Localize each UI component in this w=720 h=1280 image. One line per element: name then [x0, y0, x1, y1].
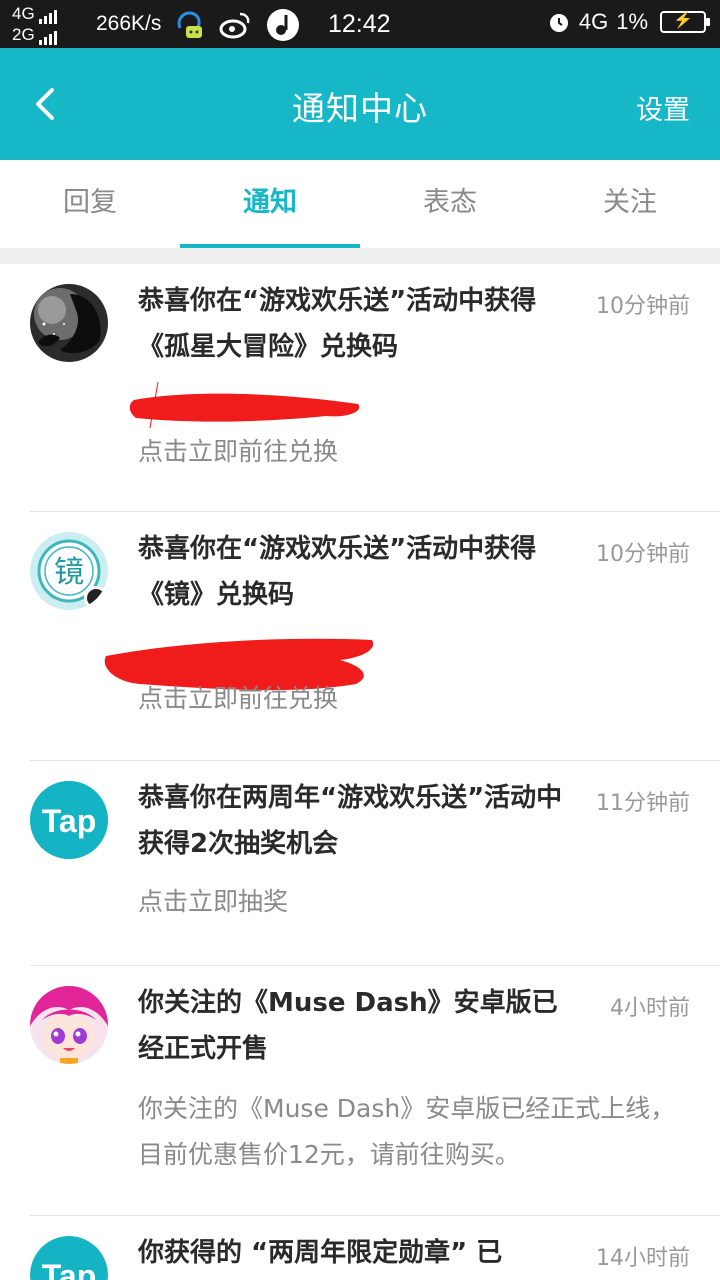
notification-body[interactable]: 你关注的《Muse Dash》安卓版已经正式上线，目前优惠售价12元，请前往购买…: [138, 1086, 678, 1178]
notification-time: 14小时前: [596, 1246, 690, 1271]
network-speed: 266K/s: [96, 12, 162, 35]
notification-item[interactable]: 恭喜你在“游戏欢乐送”活动中获得《孤星大冒险》兑换码 10分钟前 点击立即前往兑…: [0, 264, 720, 512]
weibo-icon: [219, 12, 250, 39]
tab-bar: 回复 通知 表态 关注: [0, 160, 720, 248]
notification-item[interactable]: 镜 恭喜你在“游戏欢乐送”活动中获得《镜》兑换码 10分钟前 点击立即前往兑换: [0, 512, 720, 761]
battery-icon: ⚡: [660, 11, 710, 33]
notification-item[interactable]: Tap 恭喜你在两周年“游戏欢乐送”活动中获得2次抽奖机会 11分钟前 点击立即…: [0, 761, 720, 966]
section-divider: [0, 248, 720, 264]
settings-button[interactable]: 设置: [636, 88, 690, 127]
battery-percent: 1%: [616, 9, 648, 34]
notification-title: 恭喜你在两周年“游戏欢乐送”活动中获得2次抽奖机会: [138, 783, 563, 859]
app-header: 通知中心 设置: [0, 48, 720, 160]
chat-robot-icon: [177, 11, 202, 38]
notification-title: 恭喜你在“游戏欢乐送”活动中获得《镜》兑换码: [138, 534, 537, 610]
avatar-text: Tap: [42, 1258, 97, 1280]
notification-title: 你获得的 “两周年限定勋章” 已: [138, 1238, 503, 1268]
notification-time: 4小时前: [610, 996, 690, 1021]
notification-subtitle[interactable]: 点击立即前往兑换: [138, 429, 338, 475]
muse-dash-avatar-icon: [30, 986, 108, 1064]
jing-game-avatar-icon: 镜: [30, 532, 108, 610]
signal-icon: [38, 10, 57, 24]
avatar-text: Tap: [42, 803, 97, 839]
tab-replies[interactable]: 回复: [0, 160, 180, 248]
network-indicator: 4G 2G: [12, 3, 57, 45]
notification-list: 恭喜你在“游戏欢乐送”活动中获得《孤星大冒险》兑换码 10分钟前 点击立即前往兑…: [0, 264, 720, 1280]
redaction-mark: [129, 382, 360, 429]
signal-icon: [38, 31, 57, 45]
notification-subtitle[interactable]: 点击立即前往兑换: [138, 676, 338, 722]
network-type-2: 2G: [12, 25, 35, 44]
dark-anime-avatar-icon: [30, 284, 108, 362]
network-type-1: 4G: [12, 4, 35, 23]
tab-follows[interactable]: 关注: [540, 160, 720, 248]
status-bar: 4G 2G 266K/s 12:42 4G 1% ⚡: [0, 0, 720, 48]
clock: 12:42: [328, 10, 391, 38]
notification-time: 10分钟前: [596, 542, 690, 567]
tab-notifications[interactable]: 通知: [180, 160, 360, 248]
notification-time: 11分钟前: [596, 791, 690, 816]
network-type-right: 4G: [578, 9, 609, 34]
notification-title: 你关注的《Muse Dash》安卓版已经正式开售: [138, 988, 558, 1064]
notification-title: 恭喜你在“游戏欢乐送”活动中获得《孤星大冒险》兑换码: [138, 286, 537, 362]
tab-reactions[interactable]: 表态: [360, 160, 540, 248]
avatar-text: 镜: [54, 555, 84, 590]
notification-subtitle[interactable]: 点击立即抽奖: [138, 879, 288, 925]
notification-item[interactable]: Tap 你获得的 “两周年限定勋章” 已 14小时前: [0, 1216, 720, 1280]
tap-logo-icon: Tap: [30, 781, 108, 859]
notification-time: 10分钟前: [596, 294, 690, 319]
alarm-icon: [549, 14, 568, 32]
tap-logo-icon: Tap: [30, 1236, 108, 1280]
page-title: 通知中心: [292, 89, 428, 128]
music-app-icon: [267, 9, 299, 41]
notification-item[interactable]: 你关注的《Muse Dash》安卓版已经正式开售 4小时前 你关注的《Muse …: [0, 966, 720, 1216]
status-right: 4G 1% ⚡: [547, 9, 710, 35]
